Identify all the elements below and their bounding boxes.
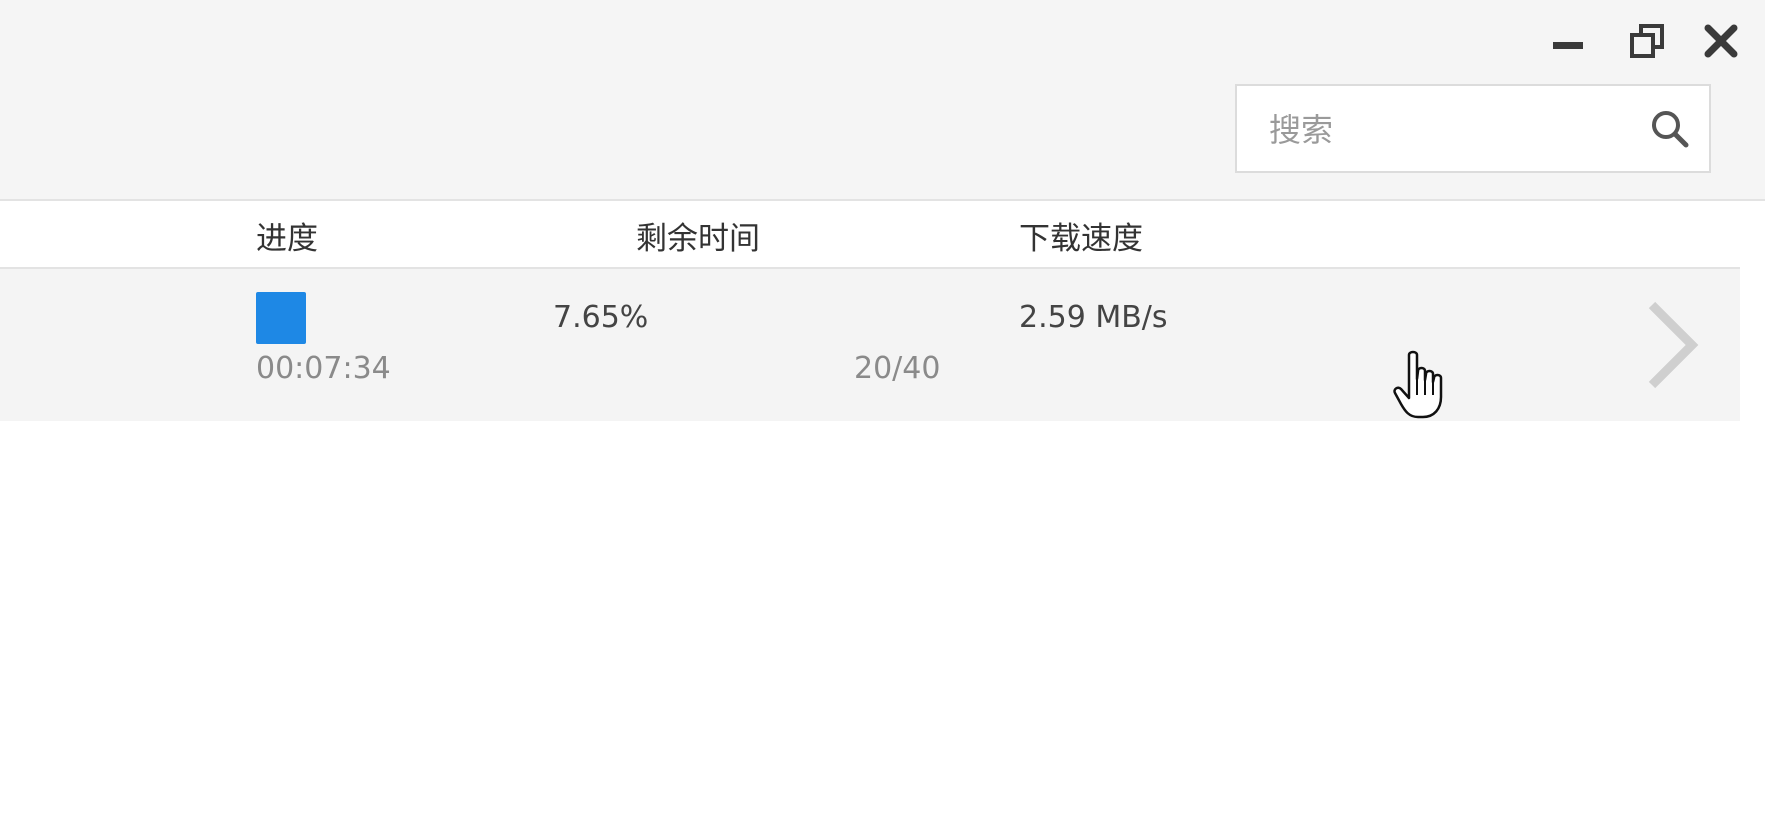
title-bar xyxy=(0,0,1765,201)
piece-count: 20/40 xyxy=(854,351,941,386)
column-header-progress[interactable]: 进度 xyxy=(256,213,318,258)
restore-button[interactable] xyxy=(1624,18,1670,64)
progress-percent: 7.65% xyxy=(553,300,649,335)
minimize-button[interactable] xyxy=(1545,18,1591,64)
elapsed-time: 00:07:34 xyxy=(256,351,391,386)
column-header-download-speed[interactable]: 下载速度 xyxy=(1019,213,1143,258)
progress-bar xyxy=(256,292,306,344)
restore-icon xyxy=(1630,24,1664,58)
search-box[interactable] xyxy=(1235,84,1711,173)
table-row[interactable]: 7.65% 2.59 MB/s 00:07:34 20/40 xyxy=(0,269,1740,421)
progress-bar-fill xyxy=(256,292,306,344)
table-header: 进度 剩余时间 下载速度 xyxy=(0,201,1740,269)
search-icon[interactable] xyxy=(1649,108,1691,150)
minimize-icon xyxy=(1553,42,1583,49)
download-manager-window: 进度 剩余时间 下载速度 7.65% 2.59 MB/s 00:07:34 20… xyxy=(0,0,1765,833)
download-speed: 2.59 MB/s xyxy=(1019,300,1168,335)
chevron-right-icon[interactable] xyxy=(1640,297,1704,393)
close-button[interactable] xyxy=(1698,18,1744,64)
close-icon xyxy=(1704,24,1738,58)
search-input[interactable] xyxy=(1267,104,1631,156)
column-header-remaining-time[interactable]: 剩余时间 xyxy=(636,213,760,258)
